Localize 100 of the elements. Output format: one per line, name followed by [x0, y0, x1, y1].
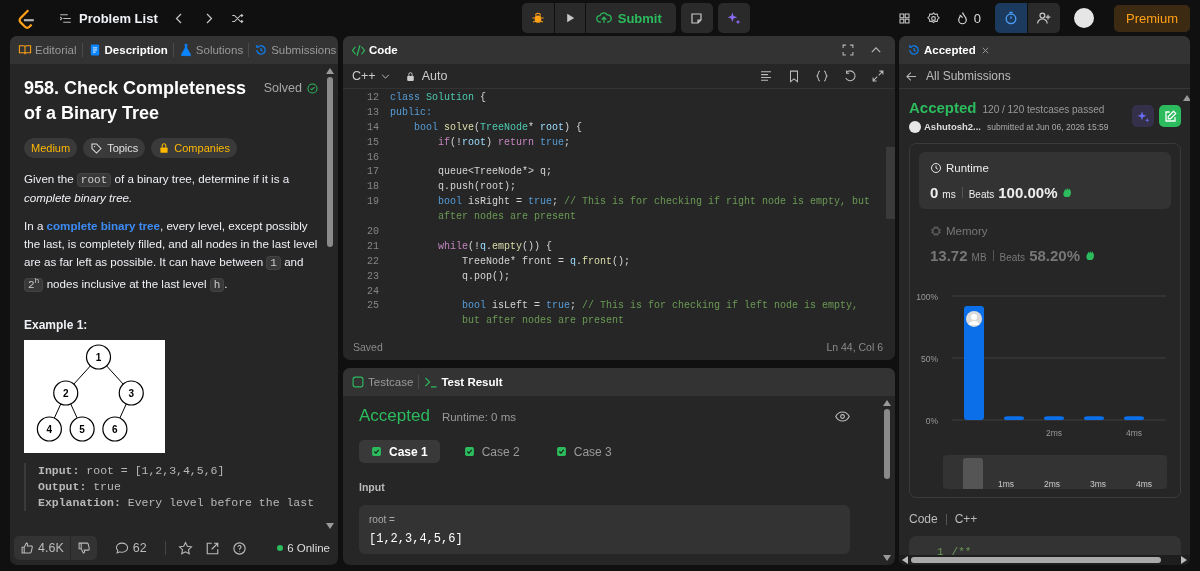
panel-tab[interactable]: Solutions — [176, 38, 246, 62]
code-line: q.push(root); — [437, 180, 518, 195]
panel-tab[interactable]: Description — [85, 38, 170, 62]
axis-label: 0% — [925, 416, 938, 426]
axis-label: 2ms — [1045, 428, 1063, 438]
username: Ashutosh2... — [924, 121, 981, 132]
line-number: 22 — [366, 254, 379, 269]
code-line: /** — [951, 546, 972, 555]
example-line: Explanation: Every level before the last — [38, 494, 316, 511]
case-tab[interactable]: Case 1 — [359, 440, 440, 463]
tree-node: 5 — [69, 416, 95, 442]
like-button[interactable]: 4.6K — [14, 536, 70, 560]
difficulty-tag[interactable]: Medium — [24, 138, 78, 158]
code-line: bool isRight = true; // This is for checking if right node is empty, but — [437, 195, 872, 210]
code-line: TreeNode* front = q.front(); — [461, 254, 632, 269]
premium-button[interactable]: Premium — [1114, 4, 1190, 32]
all-submissions-link[interactable]: All Submissions — [905, 69, 1011, 83]
code-line: public: — [390, 105, 433, 120]
code-line: while(!q.empty()) { — [437, 239, 554, 254]
stat-label: Runtime — [946, 162, 989, 174]
problem-list-button[interactable]: Problem List — [58, 10, 158, 26]
solved-status: Solved — [263, 81, 302, 95]
line-number: 12 — [366, 91, 379, 105]
range-selector[interactable]: 1ms 2ms 3ms 4ms — [943, 455, 1167, 489]
axis-label: 4ms — [1125, 428, 1143, 438]
code-line: class Solution { — [390, 91, 488, 105]
save-status: Saved — [353, 340, 383, 353]
beats-label: Beats — [999, 252, 1026, 263]
panel-tab[interactable]: Test Result — [422, 370, 505, 394]
example-heading: Example 1: — [24, 317, 89, 332]
description-text: In a complete binary tree, every level, except possibly the last, is completely filled, and all nodes in the last level are as far left as possible. It can have between 1 and 2$^{h}$ nodes inclusive at the last level h . — [24, 218, 319, 294]
line-number: 21 — [366, 239, 379, 254]
problem-title: 958. Check Completeness of a Binary Tree — [24, 77, 248, 125]
code-line: q.pop(); — [461, 269, 512, 284]
description-text: Given the root of a binary tree, determine if it is a complete binary tree. — [24, 171, 291, 206]
line-number: 1 — [937, 546, 944, 555]
panel-tab[interactable]: Testcase — [349, 370, 416, 394]
case-tab[interactable]: Case 2 — [451, 440, 532, 463]
autocomplete-mode: Auto — [421, 69, 448, 83]
code-line: after nodes are present — [437, 210, 578, 225]
tree-node: 3 — [118, 380, 144, 406]
code-line: bool solve(TreeNode* root) { — [413, 120, 584, 135]
line-number: 16 — [366, 150, 379, 165]
comments-button[interactable]: 62 — [108, 536, 153, 560]
axis-label: 100% — [916, 292, 938, 302]
beats-percent: 58.20% — [1029, 247, 1080, 264]
line-number: 17 — [366, 165, 379, 180]
line-number: 15 — [366, 135, 379, 150]
panel-title: Code — [349, 38, 400, 62]
language-label: C++ — [954, 512, 978, 526]
axis-label: 50% — [921, 354, 938, 364]
line-number: 20 — [366, 225, 379, 239]
input-label: Input — [359, 481, 386, 493]
tree-node: 4 — [36, 416, 62, 442]
stat-value: 0 — [930, 184, 939, 201]
stat-unit: ms — [942, 189, 956, 200]
verdict-text: Accepted — [909, 99, 977, 116]
line-number: 19 — [366, 195, 379, 210]
line-number: 18 — [366, 180, 379, 195]
streak-counter[interactable]: 0 — [954, 10, 981, 26]
line-number: 14 — [366, 120, 379, 135]
code-label: Code — [909, 512, 938, 526]
submit-button[interactable]: Submit — [585, 3, 676, 33]
tree-node: 2 — [53, 380, 79, 406]
input-value: [1,2,3,4,5,6] — [369, 532, 464, 546]
stat-unit: MB — [971, 252, 987, 263]
line-number: 24 — [366, 284, 379, 299]
panel-tab[interactable]: Submissions — [252, 38, 338, 62]
code-line: bool isLeft = true; // This is for checking if left node is empty, — [461, 299, 860, 314]
companies-tag[interactable]: Companies — [151, 138, 237, 158]
axis-label: 4ms — [1135, 479, 1153, 489]
stat-card[interactable]: Memory 13.72 MB Beats 58.20% — [919, 215, 1171, 272]
testcases-passed: 120 / 120 testcases passed — [982, 104, 1105, 115]
definition-link[interactable]: complete binary tree — [46, 219, 160, 232]
input-name: root = — [369, 514, 396, 525]
case-tab[interactable]: Case 3 — [543, 440, 624, 463]
example-line: Input: root = [1,2,3,4,5,6] — [38, 462, 226, 479]
beats-percent: 100.00% — [998, 184, 1058, 201]
axis-label: 3ms — [1089, 479, 1107, 489]
stat-card[interactable]: Runtime 0 ms Beats 100.00% — [919, 152, 1171, 209]
language-dropdown[interactable]: C++ — [352, 69, 391, 83]
line-number: 25 — [366, 299, 379, 314]
submitted-time: submitted at Jun 06, 2026 15:59 — [987, 122, 1109, 132]
stat-value: 13.72 — [930, 247, 968, 264]
stat-label: Memory — [946, 225, 988, 237]
code-line: queue<TreeNode*> q; — [437, 165, 554, 180]
tree-node: 1 — [85, 344, 112, 370]
topics-tag[interactable]: Topics — [83, 138, 146, 158]
online-count: 6 Online — [287, 542, 330, 554]
line-number: 23 — [366, 269, 379, 284]
tree-node: 6 — [102, 416, 128, 442]
example-line: Output: true — [38, 478, 122, 495]
axis-label: 2ms — [1043, 479, 1061, 489]
panel-tab[interactable]: Editorial — [16, 38, 79, 62]
line-number: 13 — [366, 105, 379, 120]
axis-label: 1ms — [997, 479, 1015, 489]
verdict-text: Accepted — [359, 406, 430, 426]
code-line: if(!root) return true; — [437, 135, 572, 150]
beats-label: Beats — [968, 189, 995, 200]
runtime-text: Runtime: 0 ms — [441, 411, 517, 423]
